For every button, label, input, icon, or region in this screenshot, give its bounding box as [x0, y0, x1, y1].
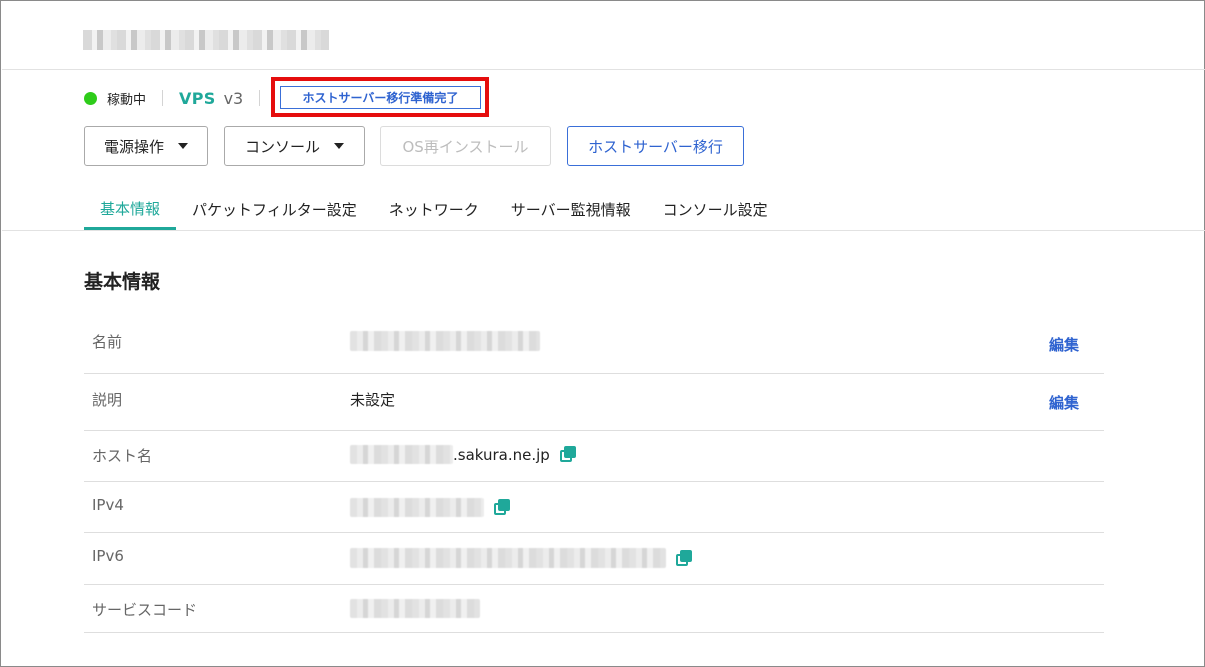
divider — [162, 90, 164, 106]
tab-network[interactable]: ネットワーク — [373, 189, 495, 229]
basic-info-table: 名前 編集 説明 未設定 編集 ホスト名 .sakura.ne.jp IPv4 — [84, 313, 1104, 633]
edit-description-link[interactable]: 編集 — [1049, 392, 1079, 413]
status-text: 稼動中 — [107, 92, 147, 108]
copy-icon[interactable] — [676, 549, 693, 567]
copy-icon[interactable] — [494, 499, 511, 516]
header-divider — [2, 69, 1205, 70]
table-row-description: 説明 未設定 編集 — [84, 374, 1104, 431]
page-frame: 稼動中 VPS v3 ホストサーバー移行準備完了 電源操作 コンソール OS再イ… — [0, 0, 1205, 667]
description-label: 説明 — [92, 391, 123, 409]
tab-basic-info[interactable]: 基本情報 — [84, 189, 177, 230]
table-row-ipv4: IPv4 — [84, 482, 1104, 533]
tab-server-monitoring[interactable]: サーバー監視情報 — [495, 189, 647, 229]
tabs-divider — [2, 230, 1205, 231]
status-row: 稼動中 VPS v3 — [84, 85, 276, 111]
table-row-hostname: ホスト名 .sakura.ne.jp — [84, 431, 1104, 482]
description-value: 未設定 — [350, 391, 396, 409]
ipv4-redacted — [350, 498, 484, 517]
ipv4-label: IPv4 — [92, 496, 124, 514]
ipv4-value — [350, 498, 511, 517]
status-running-icon — [84, 91, 97, 105]
console-label: コンソール — [244, 137, 320, 156]
table-row-name: 名前 編集 — [84, 313, 1104, 374]
service-code-value-redacted — [350, 599, 480, 618]
ipv6-redacted — [350, 548, 666, 568]
host-server-migrate-label: ホストサーバー移行 — [588, 137, 723, 156]
divider — [259, 90, 261, 106]
server-title-redacted — [83, 30, 329, 50]
os-reinstall-label: OS再インストール — [402, 137, 529, 156]
hostname-suffix: .sakura.ne.jp — [453, 445, 550, 464]
product-version: v3 — [223, 88, 244, 108]
name-label: 名前 — [92, 333, 123, 351]
caret-down-icon — [334, 143, 344, 149]
hostname-label: ホスト名 — [92, 447, 153, 465]
ipv6-value — [350, 548, 693, 568]
table-row-ipv6: IPv6 — [84, 533, 1104, 585]
tab-packet-filter[interactable]: パケットフィルター設定 — [176, 189, 373, 229]
edit-name-link[interactable]: 編集 — [1049, 334, 1079, 355]
name-value-redacted — [350, 331, 540, 351]
migration-ready-badge: ホストサーバー移行準備完了 — [280, 86, 481, 109]
hostname-value: .sakura.ne.jp — [350, 445, 577, 464]
console-button[interactable]: コンソール — [224, 126, 365, 166]
service-code-label: サービスコード — [92, 601, 198, 619]
power-operation-label: 電源操作 — [103, 137, 164, 156]
section-title: 基本情報 — [84, 271, 161, 293]
ipv6-label: IPv6 — [92, 547, 124, 565]
copy-icon[interactable] — [559, 446, 577, 463]
caret-down-icon — [178, 143, 188, 149]
tab-console-settings[interactable]: コンソール設定 — [647, 189, 784, 229]
product-name: VPS — [179, 88, 216, 108]
os-reinstall-button: OS再インストール — [380, 126, 551, 166]
hostname-redacted — [350, 445, 453, 464]
host-server-migrate-button[interactable]: ホストサーバー移行 — [567, 126, 744, 166]
power-operation-button[interactable]: 電源操作 — [84, 126, 208, 166]
tab-bar: 基本情報 パケットフィルター設定 ネットワーク サーバー監視情報 コンソール設定 — [84, 189, 784, 231]
table-row-service-code: サービスコード — [84, 585, 1104, 633]
